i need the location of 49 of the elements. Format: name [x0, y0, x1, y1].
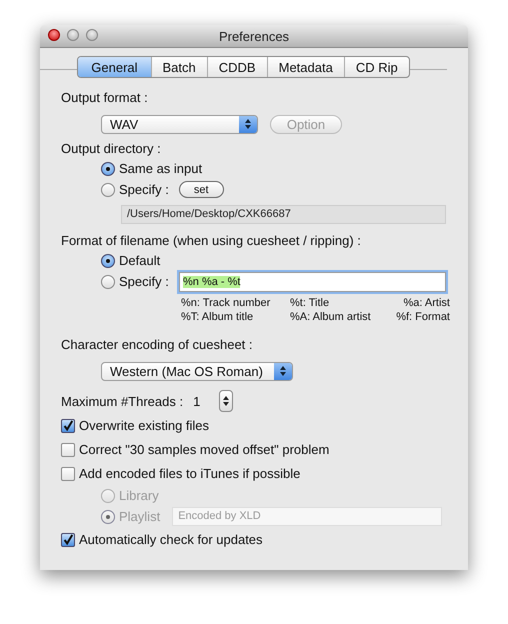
window-title: Preferences [218, 28, 290, 44]
popup-arrows-icon [239, 116, 257, 132]
tab[interactable]: CDDB [206, 57, 267, 77]
radio-label: Default [119, 253, 160, 268]
radio-label: Same as input [119, 161, 202, 176]
checkbox[interactable] [61, 418, 75, 432]
zoom-button[interactable] [86, 29, 98, 41]
threads-label: Maximum #Threads : [61, 394, 184, 408]
legend-text: %t: Title [290, 296, 330, 310]
threads-value: 1 [193, 394, 202, 408]
legend-text: %a: Artist [404, 296, 450, 310]
format-popup[interactable]: WAV [101, 114, 258, 134]
close-button[interactable] [48, 29, 60, 41]
radio-button[interactable] [101, 162, 115, 176]
stepper-arrows-icon [222, 394, 230, 408]
legend-text: %T: Album title [181, 310, 254, 324]
popup-arrows-icon [274, 362, 292, 380]
tab[interactable]: General [78, 57, 151, 77]
set-button[interactable]: set [178, 181, 224, 198]
tab[interactable]: CD Rip [344, 57, 409, 77]
checkbox[interactable] [61, 532, 75, 546]
radio-label: Library [119, 488, 159, 503]
pattern-field[interactable]: %n %a - %t [179, 272, 446, 292]
section-label: Character encoding of cuesheet : [61, 336, 254, 354]
radio-label: Specify : [119, 274, 170, 289]
radio-label: Playlist [119, 509, 160, 524]
checkbox[interactable] [61, 442, 75, 456]
tab[interactable]: Metadata [266, 57, 344, 77]
checkbox[interactable] [61, 466, 75, 480]
pattern-text: %n %a - %t [183, 276, 240, 288]
radio-button[interactable] [101, 274, 115, 288]
encoding-popup[interactable]: Western (Mac OS Roman) [101, 362, 293, 380]
checkbox-label: Overwrite existing files [79, 418, 210, 433]
checkbox-label: Automatically check for updates [79, 532, 263, 547]
section-label: Output format : [61, 89, 149, 107]
radio-button[interactable] [101, 182, 115, 196]
tab[interactable]: Batch [150, 57, 207, 77]
checkbox-label: Correct "30 samples moved offset" problem [79, 442, 330, 457]
path-field: /Users/Home/Desktop/CXK66687 [121, 205, 446, 224]
minimize-button[interactable] [67, 29, 79, 41]
legend-text: %f: Format [396, 310, 450, 324]
section-label: Output directory : [61, 140, 162, 158]
radio-button[interactable] [101, 254, 115, 268]
legend-text: %n: Track number [181, 296, 272, 310]
checkbox-label: Add encoded files to iTunes if possible [79, 466, 300, 481]
section-label: Format of filename (when using cuesheet / ripping) : [61, 232, 362, 250]
radio-label: Specify : [119, 182, 169, 197]
legend-text: %A: Album artist [290, 310, 372, 324]
stepper[interactable] [219, 390, 234, 412]
